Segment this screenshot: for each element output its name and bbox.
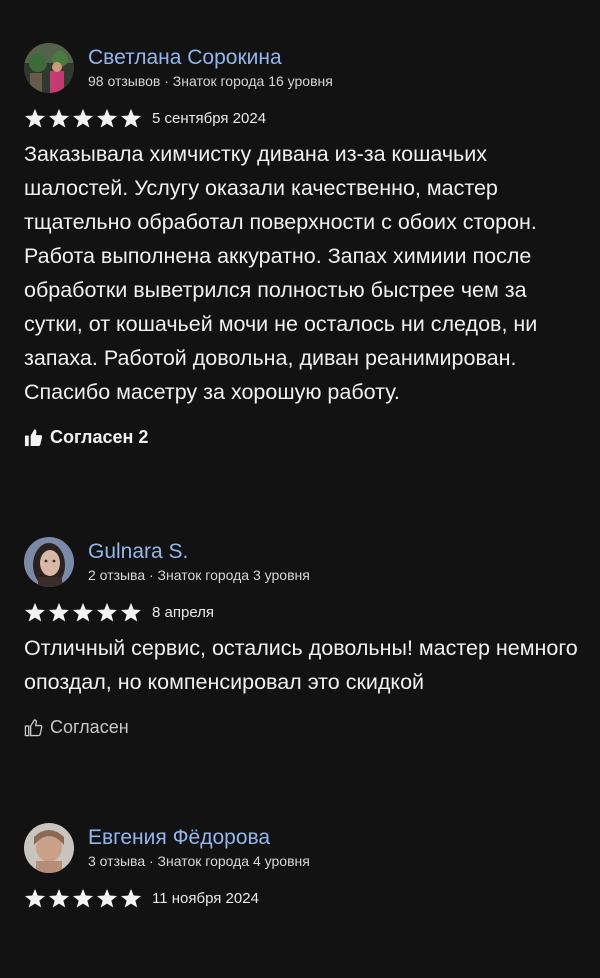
review-header: Светлана Сорокина 98 отзывов · Знаток го… bbox=[24, 40, 580, 96]
star-icon bbox=[25, 108, 45, 128]
author-meta: 3 отзыва · Знаток города 4 уровня bbox=[88, 853, 310, 869]
star-icon bbox=[73, 602, 93, 622]
star-icon bbox=[49, 602, 69, 622]
author-block: Gulnara S. 2 отзыва · Знаток города 3 ур… bbox=[88, 539, 310, 585]
thumbs-up-filled-icon bbox=[24, 429, 43, 447]
agree-button[interactable]: Согласен bbox=[24, 717, 580, 738]
review-date: 5 сентября 2024 bbox=[152, 109, 267, 127]
avatar[interactable] bbox=[24, 823, 74, 873]
avatar[interactable] bbox=[24, 537, 74, 587]
rating-row: 11 ноября 2024 bbox=[24, 888, 580, 908]
review-date: 11 ноября 2024 bbox=[152, 889, 259, 907]
author-meta: 2 отзыва · Знаток города 3 уровня bbox=[88, 567, 310, 583]
author-meta: 98 отзывов · Знаток города 16 уровня bbox=[88, 73, 333, 89]
star-icon bbox=[49, 108, 69, 128]
author-block: Светлана Сорокина 98 отзывов · Знаток го… bbox=[88, 45, 333, 91]
agree-button[interactable]: Согласен 2 bbox=[24, 427, 580, 448]
rating-row: 5 сентября 2024 bbox=[24, 108, 580, 128]
agree-label: Согласен 2 bbox=[50, 427, 149, 447]
review-card: Gulnara S. 2 отзыва · Знаток города 3 ур… bbox=[24, 534, 580, 738]
author-block: Евгения Фёдорова 3 отзыва · Знаток город… bbox=[88, 825, 310, 871]
rating-row: 8 апреля bbox=[24, 602, 580, 622]
star-icon bbox=[73, 888, 93, 908]
author-name[interactable]: Евгения Фёдорова bbox=[88, 825, 310, 851]
star-icon bbox=[121, 108, 141, 128]
review-header: Gulnara S. 2 отзыва · Знаток города 3 ур… bbox=[24, 534, 580, 590]
avatar[interactable] bbox=[24, 43, 74, 93]
review-text: Отличный сервис, остались довольны! маст… bbox=[24, 636, 578, 694]
star-icon bbox=[97, 108, 117, 128]
star-icon bbox=[121, 602, 141, 622]
star-icon bbox=[121, 888, 141, 908]
star-icon bbox=[49, 888, 69, 908]
review-header: Евгения Фёдорова 3 отзыва · Знаток город… bbox=[24, 820, 580, 876]
review-card: Евгения Фёдорова 3 отзыва · Знаток город… bbox=[24, 820, 580, 908]
star-rating bbox=[24, 108, 144, 128]
review-card: Светлана Сорокина 98 отзывов · Знаток го… bbox=[24, 40, 580, 448]
agree-label: Согласен bbox=[50, 717, 129, 737]
review-text: Заказывала химчистку дивана из-за кошачь… bbox=[24, 142, 538, 404]
star-icon bbox=[25, 602, 45, 622]
star-icon bbox=[73, 108, 93, 128]
review-date: 8 апреля bbox=[152, 603, 215, 621]
author-name[interactable]: Светлана Сорокина bbox=[88, 45, 333, 71]
star-icon bbox=[97, 888, 117, 908]
star-icon bbox=[97, 602, 117, 622]
star-rating bbox=[24, 602, 144, 622]
thumbs-up-outline-icon bbox=[24, 719, 43, 737]
author-name[interactable]: Gulnara S. bbox=[88, 539, 310, 565]
star-rating bbox=[24, 888, 144, 908]
star-icon bbox=[25, 888, 45, 908]
